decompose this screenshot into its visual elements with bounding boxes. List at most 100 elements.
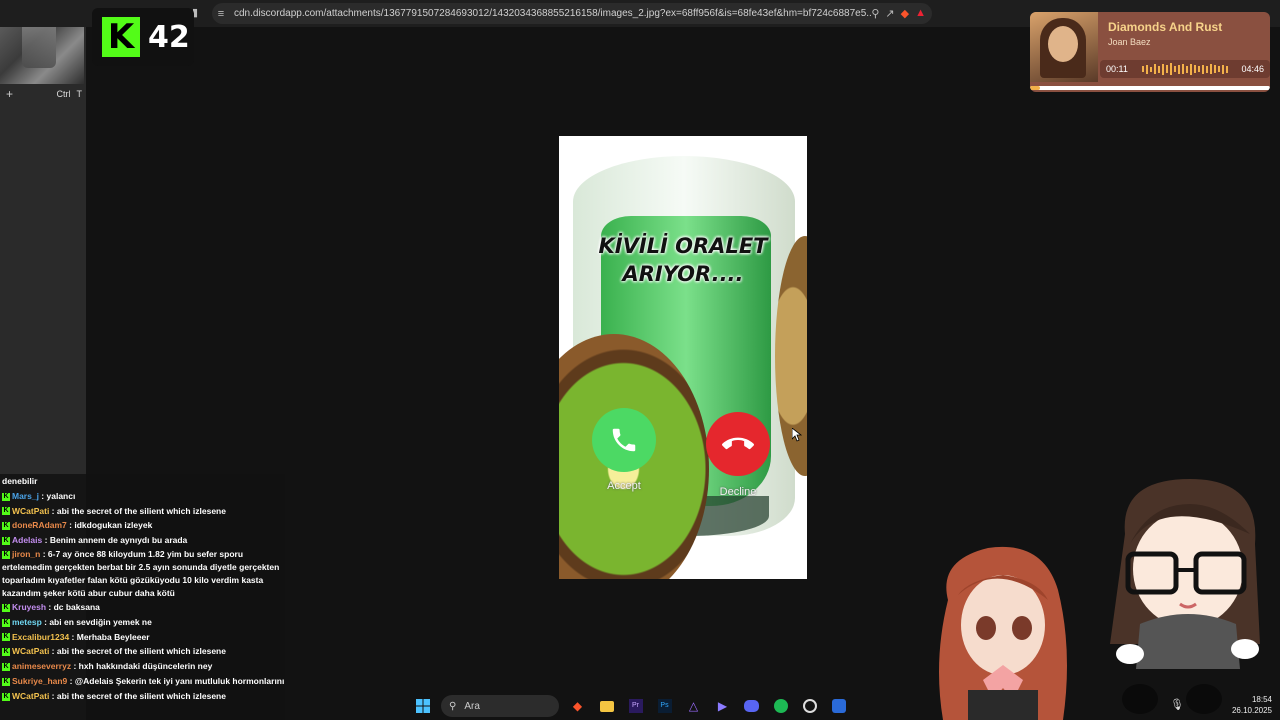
address-bar[interactable]: ≡ cdn.discordapp.com/attachments/1367791… (212, 3, 932, 24)
chat-username[interactable]: Kruyesh (12, 602, 46, 612)
chat-separator: : (49, 505, 57, 516)
album-cover (1030, 12, 1098, 82)
search-icon: ⚲ (449, 700, 457, 712)
playback-time: 00:11 04:46 (1100, 60, 1270, 78)
chat-separator: : (49, 646, 57, 657)
url-text[interactable]: cdn.discordapp.com/attachments/136779150… (230, 8, 871, 19)
premiere-icon[interactable]: Pr (621, 692, 650, 720)
chat-message: K Kruyesh : dc baksana (2, 600, 285, 615)
progress-fill (1030, 86, 1040, 90)
hangup-icon (722, 437, 754, 450)
chat-separator: : (46, 601, 54, 612)
chat-message: K Mars_j : yalancı (2, 489, 285, 504)
chat-text: abi the secret of the silient which izle… (56, 505, 226, 516)
chat-separator: : (71, 661, 79, 672)
chat-username[interactable]: doneRAdam7 (12, 520, 67, 530)
chat-username[interactable]: WCatPati (12, 506, 49, 516)
microphone-icon[interactable]: 🎙 (1170, 698, 1184, 711)
chat-message: K Sukriye_han9 : @Adelais Şekerin tek iyi… (2, 674, 285, 689)
duration-time: 04:46 (1241, 64, 1264, 74)
clock-date: 26.10.2025 (1231, 706, 1272, 715)
screen: + Ctrl T ▮ ≡ cdn.discordapp.com/attachme… (0, 0, 1280, 720)
kick-icon: K (2, 662, 10, 671)
chat-text: dc baksana (53, 601, 100, 612)
chat-text: abi the secret of the silient which izle… (56, 646, 226, 657)
caller-line-2: ARIYOR.... (622, 262, 744, 286)
waveform-icon (1141, 63, 1228, 75)
windows-start-icon[interactable] (408, 692, 437, 720)
chat-text: @Adelais Şekerin tek iyi yanı mutluluk h… (74, 675, 285, 686)
chat-username[interactable]: Excalibur1234 (12, 632, 69, 642)
taskbar-search[interactable]: ⚲ Ara (441, 695, 559, 717)
vpn-app-icon[interactable] (824, 692, 853, 720)
taskbar: ⚲ Ara ◆ Pr Ps △ ▶ (0, 692, 1280, 720)
chat-message: Kmetesp : abi en sevdiğin yemek ne (2, 615, 285, 630)
chat-text: denebilir (2, 476, 38, 486)
chat-message: Kanimeseverryz : hxh hakkındaki düşüncel… (2, 659, 285, 674)
discord-icon[interactable] (737, 692, 766, 720)
brave-shield-icon[interactable]: ◆ (901, 7, 909, 20)
incoming-call-image: KİVİLİ ORALET ARIYOR.... Accept Decline (559, 136, 807, 579)
accept-button[interactable] (592, 408, 656, 472)
brave-browser-icon[interactable]: ◆ (563, 692, 592, 720)
kick-icon: K (2, 507, 10, 516)
zoom-icon[interactable]: ⚲ (871, 7, 879, 20)
spotify-icon[interactable] (766, 692, 795, 720)
chat-message: K WCatPati : abi the secret of the silien… (2, 644, 285, 659)
kick-icon: K (2, 648, 10, 657)
chat-username[interactable]: jiron_n (12, 549, 40, 559)
kick-icon: K (2, 522, 10, 531)
chat-username[interactable]: Adelais (12, 535, 42, 545)
site-settings-icon[interactable]: ≡ (212, 8, 230, 20)
song-title: Diamonds And Rust (1108, 20, 1223, 34)
share-icon[interactable]: ↗ (885, 7, 894, 20)
avatar-shadow (1122, 684, 1158, 714)
chat-separator: : (40, 548, 48, 559)
song-artist: Joan Baez (1108, 37, 1151, 47)
progress-bar (1030, 86, 1270, 90)
now-playing-widget: Diamonds And Rust Joan Baez 00:11 04:46 (1030, 12, 1270, 92)
chat-username[interactable]: Sukriye_han9 (12, 676, 67, 686)
kick-icon: K (2, 536, 10, 545)
chat-text: Merhaba Beyleeer (76, 631, 150, 642)
chat-username[interactable]: animeseverryz (12, 661, 71, 671)
chat-message: KdoneRAdam7 : idkdogukan izleyek (2, 518, 285, 533)
phone-icon (612, 428, 636, 452)
chat-text: abi en sevdiğin yemek ne (49, 616, 152, 627)
chat-message: K Adelais : Benim annem de aynıydı bu ara… (2, 533, 285, 548)
kick-icon: K (2, 603, 10, 612)
accept-label: Accept (607, 480, 641, 492)
flame-app-icon[interactable]: △ (679, 692, 708, 720)
chat-separator: : (38, 490, 47, 501)
avatar-shadow (1186, 684, 1222, 714)
vtuber-avatar-glasses (1110, 479, 1260, 669)
ctrl-key-label: Ctrl (56, 89, 71, 99)
decline-button[interactable] (706, 412, 770, 476)
chat-username[interactable]: WCatPati (12, 646, 49, 656)
kick-icon: K (2, 550, 10, 559)
chat-username[interactable]: metesp (12, 617, 42, 627)
chat-message: denebilir (2, 474, 285, 489)
viewer-count: 42 (148, 19, 190, 55)
t-key-label: T (76, 89, 83, 99)
arrow-app-icon[interactable]: ▶ (708, 692, 737, 720)
stream-chat: denebilir K Mars_j : yalancı K WCatPati : ab… (0, 474, 285, 720)
decline-label: Decline (719, 486, 757, 498)
brave-rewards-icon[interactable]: ▲ (915, 7, 926, 20)
kick-logo-icon: K (102, 17, 140, 57)
new-tab-shortcut[interactable]: + Ctrl T (6, 86, 82, 102)
chat-message: K WCatPati : abi the secret of the silien… (2, 504, 285, 519)
search-placeholder: Ara (464, 700, 480, 712)
chat-username[interactable]: Mars_j (12, 491, 39, 501)
file-explorer-icon[interactable] (592, 692, 621, 720)
kick-viewer-badge: K 42 (92, 8, 194, 66)
kick-icon: K (2, 677, 10, 686)
chat-text: hxh hakkındaki düşüncelerin ney (78, 661, 213, 672)
obs-icon[interactable] (795, 692, 824, 720)
caller-text: KİVİLİ ORALET ARIYOR.... (559, 232, 807, 288)
elapsed-time: 00:11 (1106, 64, 1128, 74)
chat-text: Benim annem de aynıydı bu arada (49, 535, 188, 546)
system-clock[interactable]: 18:54 26.10.2025 (1222, 694, 1272, 716)
plus-icon[interactable]: + (6, 87, 13, 101)
photoshop-icon[interactable]: Ps (650, 692, 679, 720)
